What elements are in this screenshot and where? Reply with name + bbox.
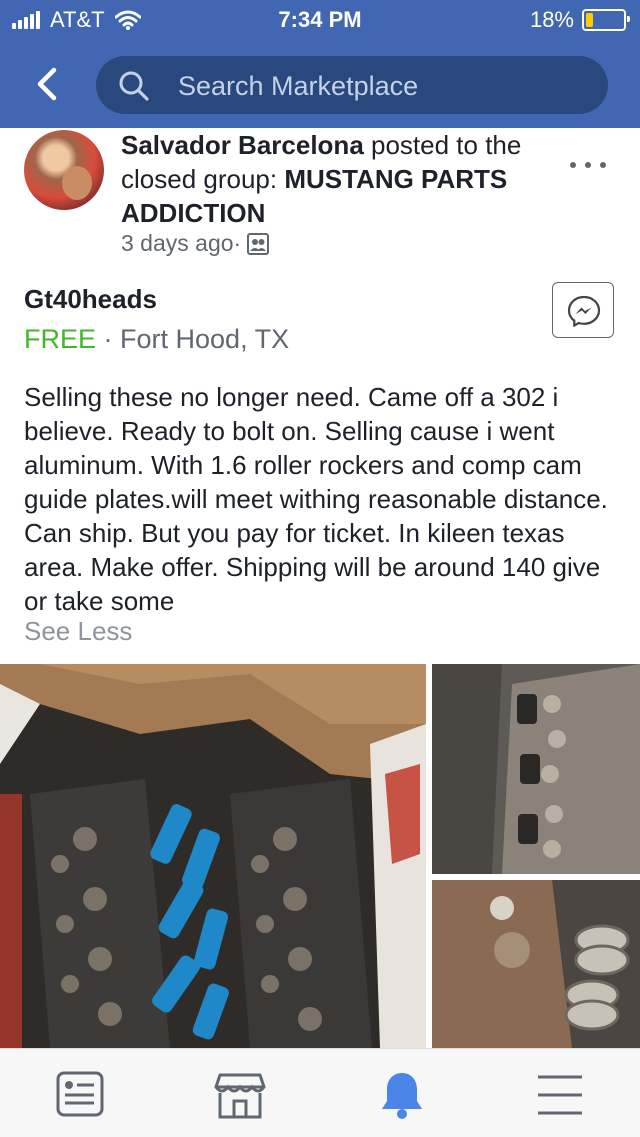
listing-location: Fort Hood, TX bbox=[120, 324, 290, 354]
valve-springs-photo bbox=[432, 880, 640, 1048]
see-less-link[interactable]: See Less bbox=[24, 616, 132, 647]
messenger-icon bbox=[567, 295, 601, 327]
author-name[interactable]: Salvador Barcelona bbox=[121, 130, 364, 160]
listing-photo-main[interactable] bbox=[0, 664, 426, 1048]
cylinder-head-closeup-photo bbox=[432, 664, 640, 874]
listing-description: Selling these no longer need. Came off a… bbox=[24, 382, 608, 616]
listing-price: FREE bbox=[24, 324, 97, 354]
notifications-bell-icon[interactable] bbox=[374, 1067, 430, 1123]
top-bar: AT&T 7:34 PM 18% bbox=[0, 0, 640, 128]
search-icon bbox=[119, 71, 149, 101]
cylinder-heads-photo bbox=[0, 664, 426, 1048]
price-location: FREE · Fort Hood, TX bbox=[24, 324, 289, 355]
post-author-line: Salvador Barcelona posted to the closed … bbox=[121, 128, 541, 230]
more-options-icon[interactable] bbox=[570, 162, 606, 176]
meta-separator: · bbox=[233, 230, 242, 256]
search-bar[interactable] bbox=[96, 56, 608, 114]
bottom-tab-bar bbox=[0, 1048, 640, 1137]
back-arrow-icon[interactable] bbox=[28, 64, 68, 104]
post-time[interactable]: 3 days ago bbox=[121, 230, 234, 257]
listing-title: Gt40heads bbox=[24, 284, 157, 314]
battery-percent: 18% bbox=[529, 7, 574, 32]
group-privacy-icon bbox=[247, 232, 270, 255]
news-feed-icon[interactable] bbox=[52, 1067, 108, 1123]
menu-icon[interactable] bbox=[532, 1067, 588, 1123]
listing-photo-3[interactable] bbox=[432, 880, 640, 1048]
messenger-button[interactable] bbox=[552, 282, 614, 338]
search-input[interactable] bbox=[176, 68, 590, 104]
battery-icon bbox=[582, 9, 630, 31]
avatar[interactable] bbox=[24, 130, 104, 210]
status-bar: AT&T 7:34 PM 18% bbox=[0, 0, 640, 40]
marketplace-icon[interactable] bbox=[212, 1067, 268, 1123]
post-meta: 3 days ago · bbox=[121, 230, 270, 257]
listing-photo-2[interactable] bbox=[432, 664, 640, 874]
location-separator: · bbox=[96, 324, 121, 354]
